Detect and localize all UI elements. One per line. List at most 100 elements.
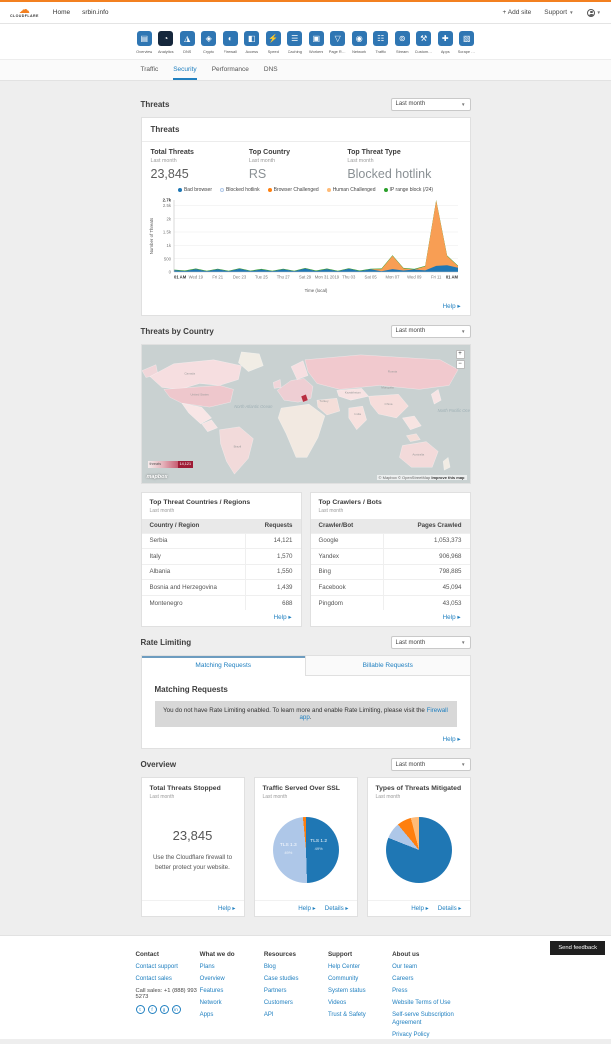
footer-link-apps[interactable]: Apps [200,1012,264,1020]
nav-zone[interactable]: srbin.info [82,9,108,16]
tab-traffic[interactable]: Traffic [141,66,159,80]
help-link[interactable]: Help ▸ [298,905,316,912]
app-nav-item-scrape-shi[interactable]: ▧Scrape Shi... [458,31,475,54]
legend-item-browser-challenged: Browser Challenged [268,187,319,193]
send-feedback-button[interactable]: Send feedback [550,941,605,955]
app-nav-item-workers[interactable]: ▣Workers [308,31,325,54]
help-link[interactable]: Help ▸ [411,905,429,912]
table-row: Google1,053,373 [311,533,470,549]
legend-item-blocked-hotlink: Blocked hotlink [220,187,260,193]
footer-link-contact-support[interactable]: Contact support [136,964,200,972]
footer-link-api[interactable]: API [264,1012,328,1020]
footer-link-self-serve-subscription-agreement[interactable]: Self-serve Subscription Agreement [392,1012,466,1027]
svg-text:500: 500 [163,256,171,261]
footer-link-network[interactable]: Network [200,1000,264,1008]
help-link[interactable]: Help ▸ [443,736,461,743]
app-nav-item-traffic[interactable]: ☷Traffic [372,31,389,54]
page-rules-icon: ▽ [330,31,345,46]
analytics-icon: ◔ [158,31,173,46]
footer-heading: What we do [200,951,264,958]
app-nav-label: Crypto [203,49,214,54]
top-right: + Add site Support▼ ▼ [503,9,601,17]
footer-link-community[interactable]: Community [328,976,392,984]
legend-dot-icon [268,188,272,192]
twitter-icon[interactable]: t [136,1005,145,1014]
threat-map-card[interactable]: North Atlantic OceanNorth Pacific OceanR… [141,344,471,484]
footer-link-careers[interactable]: Careers [392,976,466,984]
footer-link-system-status[interactable]: System status [328,988,392,996]
app-nav-item-caching[interactable]: ☰Caching [286,31,303,54]
footer-link-videos[interactable]: Videos [328,1000,392,1008]
map-zoom-out-button[interactable]: − [456,360,465,369]
cell-name: Serbia [142,533,246,549]
footer-link-plans[interactable]: Plans [200,964,264,972]
app-nav-item-page-rules[interactable]: ▽Page Rules [329,31,346,54]
details-link[interactable]: Details ▸ [438,905,462,912]
app-nav-item-crypto[interactable]: ◈Crypto [200,31,217,54]
app-nav-label: Overview [136,49,152,54]
footer-link-contact-sales[interactable]: Contact sales [136,976,200,984]
help-link[interactable]: Help ▸ [218,905,236,912]
table-period: Last month [319,508,462,514]
help-link[interactable]: Help ▸ [443,614,461,621]
footer-link-case-studies[interactable]: Case studies [264,976,328,984]
footer-link-trust-safety[interactable]: Trust & Safety [328,1012,392,1020]
tab-billable-requests[interactable]: Billable Requests [305,656,470,676]
country-period-select[interactable]: Last month▼ [391,325,471,338]
footer-link-our-team[interactable]: Our team [392,964,466,972]
improve-map-link[interactable]: Improve this map [431,475,464,480]
app-nav-item-overview[interactable]: ▤Overview [136,31,153,54]
footer-link-website-terms-of-use[interactable]: Website Terms of Use [392,1000,466,1008]
threats-period-select[interactable]: Last month▼ [391,98,471,111]
user-menu[interactable]: ▼ [587,9,601,17]
footer-link-features[interactable]: Features [200,988,264,996]
tab-matching-requests[interactable]: Matching Requests [142,656,306,676]
app-nav-item-stream[interactable]: ⊚Stream [394,31,411,54]
app-nav-item-network[interactable]: ◉Network [351,31,368,54]
footer-link-privacy-policy[interactable]: Privacy Policy [392,1032,466,1040]
svg-text:Mon 31 2019: Mon 31 2019 [314,274,339,279]
overview-period-select[interactable]: Last month▼ [391,758,471,771]
map-zoom-in-button[interactable]: + [456,350,465,359]
footer-link-partners[interactable]: Partners [264,988,328,996]
legend-dot-icon [220,188,224,192]
footer-link-press[interactable]: Press [392,988,466,996]
tab-security[interactable]: Security [173,66,196,80]
nav-home[interactable]: Home [53,9,70,16]
top-bar: ☁ CLOUDFLARE Home srbin.info + Add site … [0,0,611,24]
apps-icon: ✚ [438,31,453,46]
linkedin-icon[interactable]: in [172,1005,181,1014]
rate-limiting-section-head: Rate Limiting Last month▼ [141,636,471,649]
cell-name: Albania [142,564,246,580]
facebook-icon[interactable]: f [148,1005,157,1014]
footer-link-overview[interactable]: Overview [200,976,264,984]
add-site-button[interactable]: + Add site [503,9,532,16]
app-nav-item-dns[interactable]: ◮DNS [179,31,196,54]
tab-dns[interactable]: DNS [264,66,278,80]
app-nav-item-speed[interactable]: ⚡Speed [265,31,282,54]
google-plus-icon[interactable]: g [160,1005,169,1014]
mapbox-logo[interactable]: mapbox [147,474,168,480]
cell-value: 688 [246,595,301,610]
cloudflare-logo[interactable]: ☁ CLOUDFLARE [10,6,39,19]
help-link[interactable]: Help ▸ [274,614,292,621]
threat-types-card: Types of Threats Mitigated Last month He… [367,777,471,917]
details-link[interactable]: Details ▸ [325,905,349,912]
app-nav-item-analytics[interactable]: ◔Analytics [157,31,174,54]
footer-column-contact: ContactContact supportContact salesCall … [136,951,200,1044]
footer-link-blog[interactable]: Blog [264,964,328,972]
help-link[interactable]: Help ▸ [443,303,461,310]
threat-types-pie-chart [386,817,452,883]
app-nav-item-access[interactable]: ◧Access [243,31,260,54]
rate-limiting-period-select[interactable]: Last month▼ [391,636,471,649]
app-nav-item-firewall[interactable]: ◐Firewall [222,31,239,54]
svg-text:Fri 11: Fri 11 [430,274,441,279]
footer-link-customers[interactable]: Customers [264,1000,328,1008]
svg-text:2k: 2k [166,216,171,221]
footer-link-help-center[interactable]: Help Center [328,964,392,972]
app-nav-item-custom-pa[interactable]: ⚒Custom Pa... [415,31,432,54]
support-menu[interactable]: Support▼ [544,9,573,16]
tab-performance[interactable]: Performance [212,66,249,80]
app-nav-item-apps[interactable]: ✚Apps [437,31,454,54]
threats-card-title: Threats [142,118,470,142]
